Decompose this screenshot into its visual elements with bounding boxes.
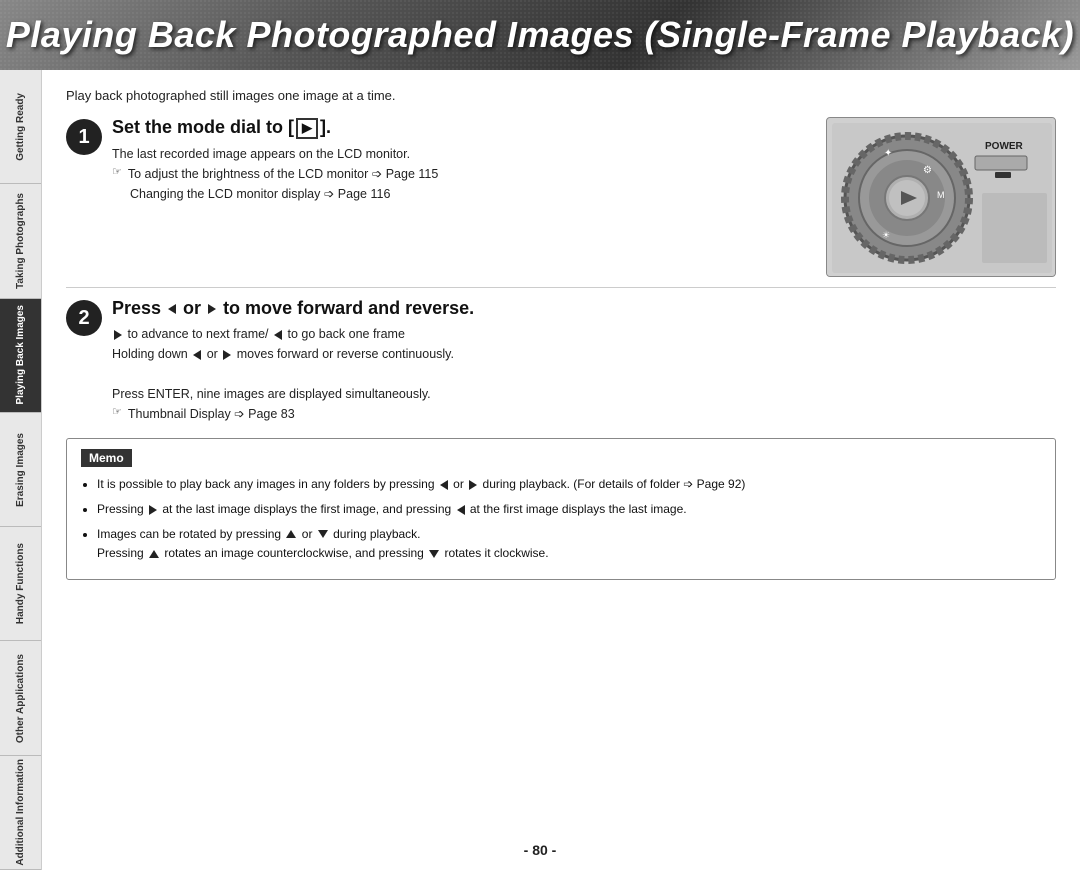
step1: 1 Set the mode dial to [▶]. The last rec… (66, 117, 806, 204)
arrow-right-icon (208, 304, 216, 314)
memo-item-2: Pressing at the last image displays the … (97, 500, 1041, 520)
svg-text:☀: ☀ (882, 230, 890, 240)
sidebar-label-additional: Additional Information (15, 759, 26, 866)
arrow-right-icon3 (223, 350, 231, 360)
step2-note1: ☞ Thumbnail Display ➩ Page 83 (112, 404, 1056, 424)
page-header: Playing Back Photographed Images (Single… (0, 0, 1080, 70)
step1-content: Set the mode dial to [▶]. The last recor… (112, 117, 806, 204)
sidebar-item-erasing[interactable]: Erasing Images (0, 413, 41, 527)
sidebar-label-handy: Handy Functions (15, 543, 26, 624)
sidebar-item-handy[interactable]: Handy Functions (0, 527, 41, 641)
step2-line2: Holding down or moves forward or reverse… (112, 344, 1056, 364)
main-content: Play back photographed still images one … (42, 70, 1080, 870)
step2-note1-text: Thumbnail Display ➩ Page 83 (128, 404, 295, 424)
arrow-left-icon (168, 304, 176, 314)
sidebar-label-taking-photographs: Taking Photographs (15, 193, 26, 289)
sidebar-label-erasing: Erasing Images (15, 433, 26, 507)
step1-note1-sub: Changing the LCD monitor display ➩ Page … (112, 184, 806, 204)
arrow-down-memo (318, 530, 328, 538)
svg-text:⚙: ⚙ (923, 165, 932, 176)
step2: 2 Press or to move forward and reverse. … (66, 298, 1056, 424)
page-title: Playing Back Photographed Images (Single… (6, 14, 1074, 56)
arrow-right-memo (469, 480, 477, 490)
sidebar-item-getting-ready[interactable]: Getting Ready (0, 70, 41, 184)
arrow-right-memo2 (149, 505, 157, 515)
sidebar-label-playing-back: Playing Back Images (15, 305, 26, 405)
camera-diagram: POWER ✦ ⚙ M ☀ (826, 117, 1056, 277)
svg-text:M: M (937, 190, 945, 200)
step2-number: 2 (66, 300, 102, 336)
arrow-up-memo2 (149, 550, 159, 558)
memo-item-1: It is possible to play back any images i… (97, 475, 1041, 495)
memo-item-3: Images can be rotated by pressing or dur… (97, 525, 1041, 565)
note-sym-1: ☞ (112, 164, 122, 182)
memo-header: Memo (81, 449, 132, 467)
arrow-left-memo2 (457, 505, 465, 515)
arrow-left-icon2 (274, 330, 282, 340)
page-number: - 80 - (524, 842, 557, 858)
arrow-right-icon2 (114, 330, 122, 340)
sidebar-item-playing-back[interactable]: Playing Back Images (0, 299, 41, 413)
arrow-down-memo2 (429, 550, 439, 558)
step1-number: 1 (66, 119, 102, 155)
arrow-left-memo (440, 480, 448, 490)
intro-text: Play back photographed still images one … (66, 88, 1056, 103)
sidebar-item-additional[interactable]: Additional Information (0, 756, 41, 870)
step1-title: Set the mode dial to [▶]. (112, 117, 806, 139)
step2-title: Press or to move forward and reverse. (112, 298, 1056, 319)
sidebar-item-other[interactable]: Other Applications (0, 641, 41, 755)
sidebar-item-taking-photographs[interactable]: Taking Photographs (0, 184, 41, 298)
step1-body-line1: The last recorded image appears on the L… (112, 144, 806, 164)
step2-line3: Press ENTER, nine images are displayed s… (112, 384, 1056, 404)
memo-list: It is possible to play back any images i… (81, 475, 1041, 564)
step1-note1-text: To adjust the brightness of the LCD moni… (128, 164, 438, 184)
step1-row: 1 Set the mode dial to [▶]. The last rec… (66, 117, 1056, 277)
step2-content: Press or to move forward and reverse. to… (112, 298, 1056, 424)
divider1 (66, 287, 1056, 288)
sidebar: Getting Ready Taking Photographs Playing… (0, 70, 42, 870)
note-sym-2: ☞ (112, 404, 122, 422)
step1-body: The last recorded image appears on the L… (112, 144, 806, 204)
sidebar-label-other: Other Applications (15, 654, 26, 743)
svg-text:POWER: POWER (985, 141, 1024, 152)
arrow-left-icon3 (193, 350, 201, 360)
step2-line1: to advance to next frame/ to go back one… (112, 324, 1056, 344)
memo-box: Memo It is possible to play back any ima… (66, 438, 1056, 580)
svg-text:✦: ✦ (884, 148, 892, 159)
step1-note1: ☞ To adjust the brightness of the LCD mo… (112, 164, 806, 184)
arrow-up-memo (286, 530, 296, 538)
step2-body: to advance to next frame/ to go back one… (112, 324, 1056, 424)
play-mode-icon: ▶ (296, 118, 318, 139)
sidebar-label-getting-ready: Getting Ready (15, 93, 26, 161)
